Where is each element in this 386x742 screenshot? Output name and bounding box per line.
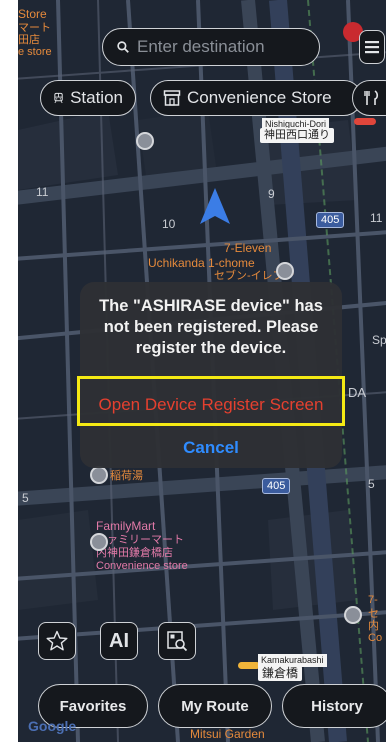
station-kamakurabashi-jp: 鎌倉橋 bbox=[258, 666, 303, 681]
device-not-registered-dialog: The "ASHIRASE device" has not been regis… bbox=[80, 282, 342, 468]
favorite-star-button[interactable] bbox=[38, 622, 76, 660]
tab-my-route[interactable]: My Route bbox=[158, 684, 272, 728]
search-icon bbox=[117, 41, 129, 53]
map-search-button[interactable] bbox=[158, 622, 196, 660]
poi-inariyu: 稲荷湯 bbox=[110, 470, 143, 482]
search-bar[interactable] bbox=[102, 28, 320, 66]
hamburger-menu-icon bbox=[365, 41, 379, 54]
convenience-store-icon[interactable] bbox=[276, 262, 294, 280]
destination-search-input[interactable] bbox=[135, 36, 319, 58]
map-number-5-left: 5 bbox=[22, 491, 29, 505]
poi-right-co: Co bbox=[368, 632, 383, 644]
map-number-9: 9 bbox=[268, 187, 275, 201]
cancel-button[interactable]: Cancel bbox=[80, 438, 342, 458]
dialog-message: The "ASHIRASE device" has not been regis… bbox=[99, 297, 323, 357]
map-search-icon bbox=[167, 631, 188, 652]
chip-convenience-store[interactable]: Convenience Store bbox=[150, 80, 362, 116]
chip-station-label: Station bbox=[70, 88, 123, 107]
map-number-11-right: 11 bbox=[370, 211, 383, 225]
current-location-arrow-icon bbox=[200, 188, 230, 224]
highlight-box bbox=[77, 376, 345, 426]
train-icon bbox=[54, 92, 63, 104]
area-uchikanda: Uchikanda 1-chome bbox=[148, 256, 255, 270]
ai-button-label: AI bbox=[109, 629, 129, 652]
poi-store-category: e store bbox=[18, 46, 52, 58]
route-405-lower: 405 bbox=[262, 478, 291, 494]
map-screen[interactable]: Store マート 田店 e store Nishiguchi-Dori 神田西… bbox=[18, 0, 386, 742]
restaurant-icon[interactable] bbox=[136, 132, 154, 150]
road-name-jp: 神田西口通り bbox=[260, 128, 334, 143]
map-number-5-right: 5 bbox=[368, 477, 375, 491]
transit-icon bbox=[354, 118, 376, 125]
poi-familymart-category: Convenience store bbox=[96, 560, 188, 572]
poi-familymart-jp1: ファミリーマート bbox=[96, 534, 184, 546]
chip-restaurant[interactable] bbox=[352, 80, 386, 116]
bath-icon[interactable] bbox=[90, 466, 108, 484]
fork-knife-icon bbox=[364, 90, 379, 105]
familymart-icon[interactable] bbox=[90, 533, 108, 551]
poi-familymart-jp2: 内神田鎌倉橋店 bbox=[96, 547, 173, 559]
map-label-da: DA bbox=[348, 385, 367, 400]
route-405-upper: 405 bbox=[316, 212, 345, 228]
map-number-10: 10 bbox=[162, 217, 176, 231]
map-number-11-left: 11 bbox=[36, 185, 49, 199]
ai-button[interactable]: AI bbox=[100, 622, 138, 660]
store-icon bbox=[163, 90, 181, 106]
poi-right-7: 7- bbox=[368, 594, 378, 606]
poi-store-label: Store bbox=[18, 7, 47, 21]
transit-icon-lower bbox=[238, 662, 260, 669]
store-icon-right[interactable] bbox=[344, 606, 362, 624]
chip-convenience-store-label: Convenience Store bbox=[187, 88, 332, 107]
poi-7eleven-en: 7-Eleven bbox=[224, 241, 272, 255]
tab-history[interactable]: History bbox=[282, 684, 386, 728]
chip-station[interactable]: Station bbox=[40, 80, 136, 116]
map-label-sp: Sp bbox=[372, 333, 386, 347]
google-logo: Google bbox=[28, 718, 77, 734]
poi-familymart-en: FamilyMart bbox=[96, 519, 156, 533]
poi-mitsui-garden: Mitsui Garden bbox=[190, 727, 265, 741]
menu-button[interactable] bbox=[359, 30, 385, 64]
star-icon bbox=[46, 630, 68, 651]
